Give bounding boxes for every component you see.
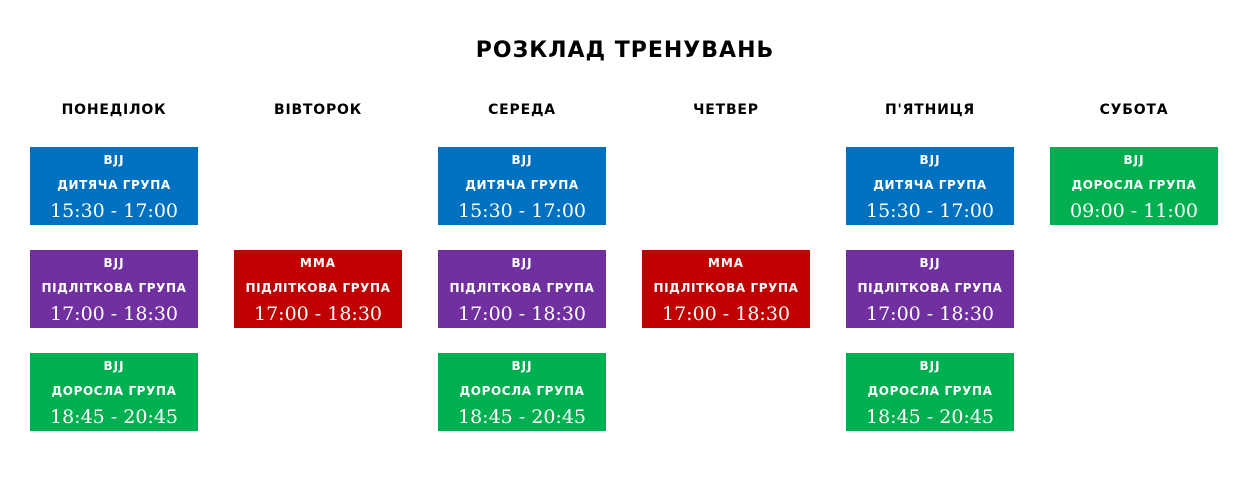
class-card-monday-adults-bjj: BJJ ДОРОСЛА ГРУПА 18:45 - 20:45 [30, 353, 198, 431]
class-group: ДИТЯЧА ГРУПА [57, 178, 171, 192]
class-sport: MMA [707, 256, 745, 270]
class-sport: BJJ [919, 359, 941, 373]
class-time: 18:45 - 20:45 [49, 406, 178, 428]
class-card-tuesday-teens-mma: MMA ПІДЛІТКОВА ГРУПА 17:00 - 18:30 [234, 250, 402, 328]
class-group: ДОРОСЛА ГРУПА [51, 384, 177, 398]
class-sport: BJJ [103, 153, 125, 167]
class-sport: BJJ [103, 256, 125, 270]
class-time: 17:00 - 18:30 [253, 303, 382, 325]
class-card-saturday-adults-bjj: BJJ ДОРОСЛА ГРУПА 09:00 - 11:00 [1050, 147, 1218, 225]
class-card-wednesday-adults-bjj: BJJ ДОРОСЛА ГРУПА 18:45 - 20:45 [438, 353, 606, 431]
class-time: 18:45 - 20:45 [457, 406, 586, 428]
class-time: 17:00 - 18:30 [865, 303, 994, 325]
class-card-wednesday-teens-bjj: BJJ ПІДЛІТКОВА ГРУПА 17:00 - 18:30 [438, 250, 606, 328]
class-time: 18:45 - 20:45 [865, 406, 994, 428]
class-sport: BJJ [511, 359, 533, 373]
class-time: 09:00 - 11:00 [1069, 200, 1198, 222]
class-group: ДОРОСЛА ГРУПА [867, 384, 993, 398]
class-sport: BJJ [511, 153, 533, 167]
day-header-friday: П'ЯТНИЦЯ [885, 102, 975, 118]
class-card-friday-teens-bjj: BJJ ПІДЛІТКОВА ГРУПА 17:00 - 18:30 [846, 250, 1014, 328]
class-group: ПІДЛІТКОВА ГРУПА [857, 281, 1003, 295]
class-sport: BJJ [511, 256, 533, 270]
schedule-title: РОЗКЛАД ТРЕНУВАНЬ [475, 38, 775, 63]
class-group: ПІДЛІТКОВА ГРУПА [653, 281, 799, 295]
class-group: ПІДЛІТКОВА ГРУПА [245, 281, 391, 295]
day-header-thursday: ЧЕТВЕР [693, 102, 759, 118]
day-header-saturday: СУБОТА [1099, 102, 1169, 118]
day-header-wednesday: СЕРЕДА [488, 102, 556, 118]
class-time: 17:00 - 18:30 [49, 303, 178, 325]
class-card-friday-adults-bjj: BJJ ДОРОСЛА ГРУПА 18:45 - 20:45 [846, 353, 1014, 431]
class-group: ПІДЛІТКОВА ГРУПА [41, 281, 187, 295]
class-sport: BJJ [103, 359, 125, 373]
class-time: 17:00 - 18:30 [457, 303, 586, 325]
class-sport: BJJ [919, 256, 941, 270]
class-time: 15:30 - 17:00 [865, 200, 994, 222]
class-group: ДОРОСЛА ГРУПА [459, 384, 585, 398]
class-time: 15:30 - 17:00 [457, 200, 586, 222]
class-card-thursday-teens-mma: MMA ПІДЛІТКОВА ГРУПА 17:00 - 18:30 [642, 250, 810, 328]
class-group: ДИТЯЧА ГРУПА [873, 178, 987, 192]
class-group: ДИТЯЧА ГРУПА [465, 178, 579, 192]
class-sport: MMA [299, 256, 337, 270]
class-card-friday-kids-bjj: BJJ ДИТЯЧА ГРУПА 15:30 - 17:00 [846, 147, 1014, 225]
day-header-tuesday: ВІВТОРОК [273, 102, 362, 118]
class-card-monday-kids-bjj: BJJ ДИТЯЧА ГРУПА 15:30 - 17:00 [30, 147, 198, 225]
class-time: 15:30 - 17:00 [49, 200, 178, 222]
class-sport: BJJ [919, 153, 941, 167]
class-time: 17:00 - 18:30 [661, 303, 790, 325]
class-card-wednesday-kids-bjj: BJJ ДИТЯЧА ГРУПА 15:30 - 17:00 [438, 147, 606, 225]
class-group: ПІДЛІТКОВА ГРУПА [449, 281, 595, 295]
class-card-monday-teens-bjj: BJJ ПІДЛІТКОВА ГРУПА 17:00 - 18:30 [30, 250, 198, 328]
class-group: ДОРОСЛА ГРУПА [1071, 178, 1197, 192]
day-header-monday: ПОНЕДІЛОК [61, 102, 167, 118]
class-sport: BJJ [1123, 153, 1145, 167]
